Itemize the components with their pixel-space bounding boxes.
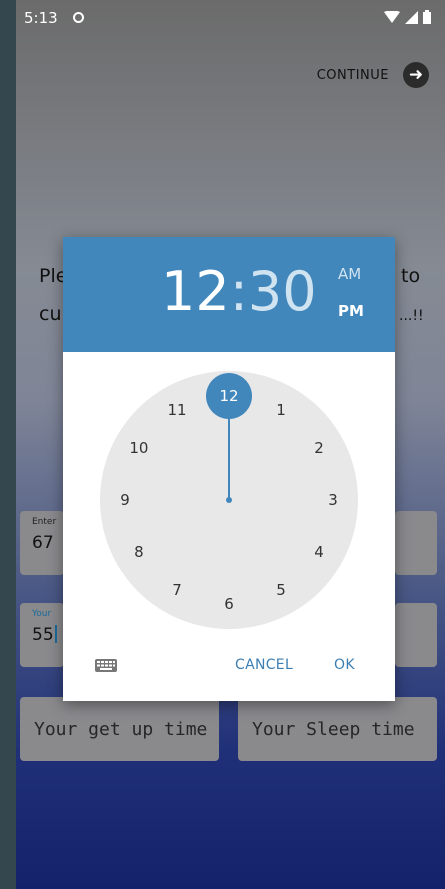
sleep-time-field[interactable]: Your Sleep time xyxy=(238,697,437,761)
status-icons xyxy=(384,10,431,24)
clock-number-5[interactable]: 5 xyxy=(276,581,286,599)
wifi-icon xyxy=(384,10,400,23)
weight-field[interactable]: Enter 67 xyxy=(20,511,64,575)
instruction-text-part: to xyxy=(401,265,421,287)
clock-number-9[interactable]: 9 xyxy=(120,491,130,509)
field-right-edge[interactable] xyxy=(395,511,437,575)
weight-field-label: Enter xyxy=(32,517,57,527)
continue-button[interactable]: CONTINUE ➜ xyxy=(317,62,429,88)
status-bar: 5:13 xyxy=(16,0,445,40)
instruction-text-part: ...!! xyxy=(399,308,424,324)
status-time: 5:13 xyxy=(24,9,58,27)
age-field-label: Your xyxy=(32,609,52,619)
getup-time-field[interactable]: Your get up time xyxy=(20,697,219,761)
signal-icon xyxy=(405,10,418,24)
pm-toggle[interactable]: PM xyxy=(338,302,364,320)
age-field[interactable]: Your 55 xyxy=(20,603,64,667)
clock-center-dot xyxy=(226,497,232,503)
battery-icon xyxy=(423,10,431,24)
clock-number-8[interactable]: 8 xyxy=(134,543,144,561)
age-field-value: 55 xyxy=(32,625,57,645)
clock-number-4[interactable]: 4 xyxy=(314,543,324,561)
cancel-button[interactable]: CANCEL xyxy=(235,657,293,673)
time-colon: : xyxy=(229,260,248,323)
arrow-right-icon: ➜ xyxy=(403,62,429,88)
selected-time: 12:30 xyxy=(161,261,317,323)
field-right-edge[interactable] xyxy=(395,603,437,667)
clock-number-6[interactable]: 6 xyxy=(224,595,234,613)
clock-number-12[interactable]: 12 xyxy=(219,387,238,405)
clock-number-2[interactable]: 2 xyxy=(314,439,324,457)
instruction-text-part: cu xyxy=(39,303,62,325)
clock-number-7[interactable]: 7 xyxy=(172,581,182,599)
weight-field-value: 67 xyxy=(32,533,54,553)
time-picker-header: 12:30 AM PM xyxy=(63,237,395,352)
hour-display[interactable]: 12 xyxy=(161,260,230,323)
am-toggle[interactable]: AM xyxy=(338,265,361,283)
minute-display[interactable]: 30 xyxy=(248,260,317,323)
clock-number-11[interactable]: 11 xyxy=(167,401,186,419)
time-picker-dialog: 12:30 AM PM 12 1 2 3 4 5 6 7 8 9 10 11 CANCEL OK xyxy=(63,237,395,701)
circle-icon xyxy=(73,12,84,23)
keyboard-icon[interactable] xyxy=(95,659,117,672)
getup-time-placeholder: Your get up time xyxy=(34,719,208,740)
dialog-actions: CANCEL OK xyxy=(63,647,395,687)
clock-number-10[interactable]: 10 xyxy=(129,439,148,457)
clock-number-3[interactable]: 3 xyxy=(328,491,338,509)
ok-button[interactable]: OK xyxy=(334,657,355,673)
clock-number-1[interactable]: 1 xyxy=(276,401,286,419)
clock-face[interactable]: 121234567891011 xyxy=(100,371,358,629)
sleep-time-placeholder: Your Sleep time xyxy=(252,719,415,740)
continue-label: CONTINUE xyxy=(316,67,389,83)
app-screen: 5:13 CONTINUE ➜ Ple to cu ...!! Enter 67… xyxy=(16,0,445,889)
